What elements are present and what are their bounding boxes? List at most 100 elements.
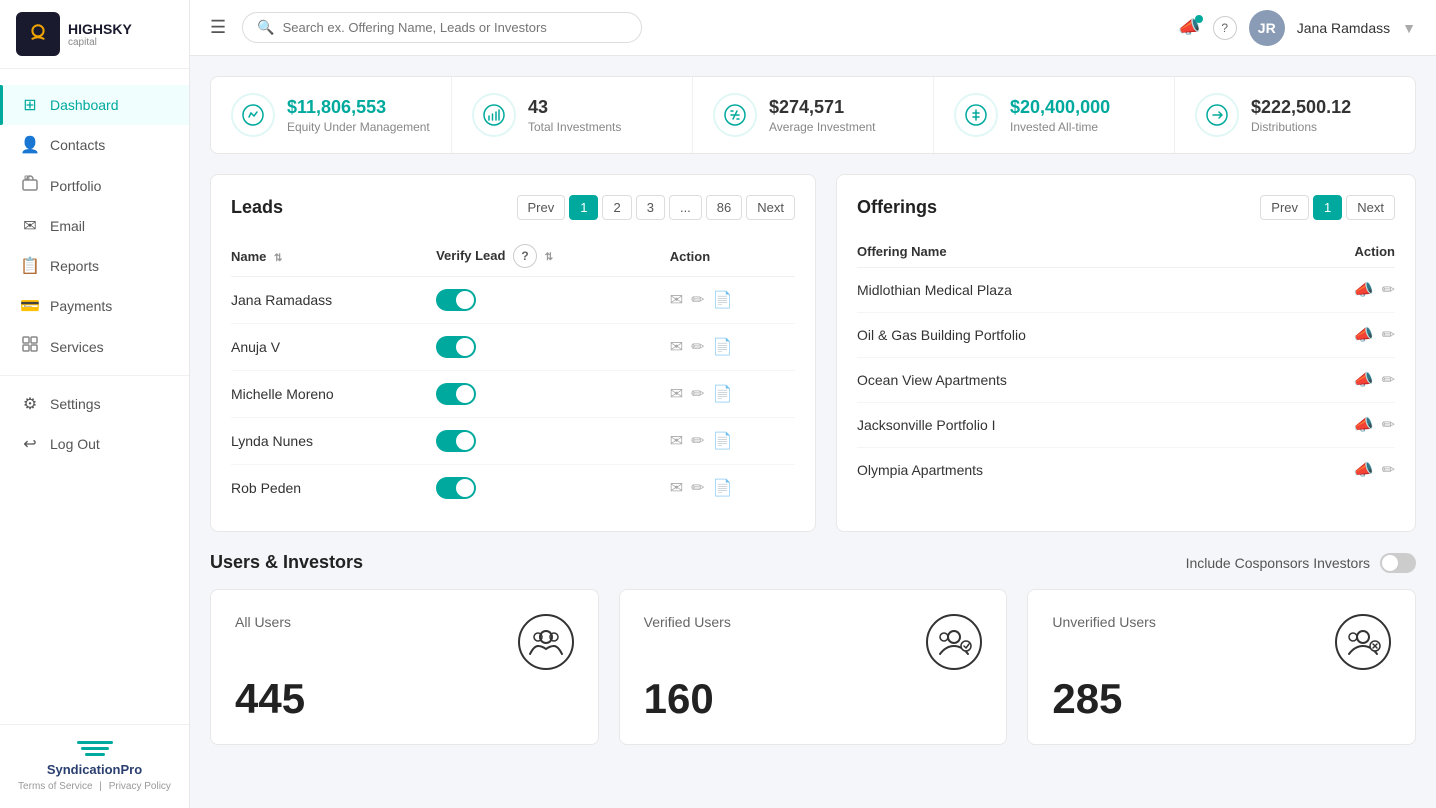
offering-action-cell: 📣 ✏ xyxy=(1289,313,1395,358)
user-card-header: All Users xyxy=(235,614,574,670)
sidebar-item-logout[interactable]: ↩ Log Out xyxy=(0,424,189,464)
lead-document-icon[interactable]: 📄 xyxy=(713,431,733,451)
leads-title: Leads xyxy=(231,197,283,218)
user-card-count: 445 xyxy=(235,678,574,720)
offering-edit-icon[interactable]: ✏ xyxy=(1382,460,1395,480)
lead-email-icon[interactable]: ✉ xyxy=(670,384,683,404)
investments-value: 43 xyxy=(528,97,621,118)
reports-icon: 📋 xyxy=(20,256,40,276)
name-sort-icon[interactable]: ⇅ xyxy=(274,253,282,264)
table-row: Jacksonville Portfolio I 📣 ✏ xyxy=(857,403,1395,448)
lead-document-icon[interactable]: 📄 xyxy=(713,290,733,310)
offering-campaign-icon[interactable]: 📣 xyxy=(1354,280,1374,300)
lead-edit-icon[interactable]: ✏ xyxy=(691,431,704,451)
verify-help-icon[interactable]: ? xyxy=(513,244,537,268)
lead-verify-toggle[interactable] xyxy=(436,289,476,311)
leads-col-verify: Verify Lead ? ⇅ xyxy=(436,236,670,277)
offering-action-cell: 📣 ✏ xyxy=(1289,358,1395,403)
invested-label: Invested All-time xyxy=(1010,120,1110,134)
logout-icon: ↩ xyxy=(20,434,40,454)
lead-email-icon[interactable]: ✉ xyxy=(670,478,683,498)
lead-document-icon[interactable]: 📄 xyxy=(713,478,733,498)
services-icon xyxy=(20,336,40,357)
sidebar-item-contacts[interactable]: 👤 Contacts xyxy=(0,125,189,165)
leads-pagination: Prev 1 2 3 ... 86 Next xyxy=(517,195,795,220)
lead-email-icon[interactable]: ✉ xyxy=(670,290,683,310)
table-row: Michelle Moreno ✉ ✏ 📄 xyxy=(231,371,795,418)
notifications-icon[interactable]: 📣 xyxy=(1178,17,1200,38)
lead-verify-toggle[interactable] xyxy=(436,430,476,452)
lead-document-icon[interactable]: 📄 xyxy=(713,337,733,357)
leads-page-1-button[interactable]: 1 xyxy=(569,195,598,220)
sidebar-item-services[interactable]: Services xyxy=(0,326,189,367)
lead-toggle-cell xyxy=(436,465,670,512)
leads-page-2-button[interactable]: 2 xyxy=(602,195,631,220)
lead-edit-icon[interactable]: ✏ xyxy=(691,478,704,498)
leads-page-3-button[interactable]: 3 xyxy=(636,195,665,220)
equity-value: $11,806,553 xyxy=(287,97,430,118)
lead-verify-toggle[interactable] xyxy=(436,383,476,405)
sidebar: HIGHSKY capital ⊞ Dashboard 👤 Contacts xyxy=(0,0,190,808)
help-icon[interactable]: ? xyxy=(1213,16,1237,40)
cosponsors-toggle-area: Include Cosponsors Investors xyxy=(1186,553,1416,573)
lead-action-cell: ✉ ✏ 📄 xyxy=(670,418,795,465)
sidebar-item-payments[interactable]: 💳 Payments xyxy=(0,286,189,326)
lead-verify-toggle[interactable] xyxy=(436,477,476,499)
offering-campaign-icon[interactable]: 📣 xyxy=(1354,370,1374,390)
lead-edit-icon[interactable]: ✏ xyxy=(691,384,704,404)
offering-action-icons: 📣 ✏ xyxy=(1289,325,1395,345)
user-card-header: Verified Users xyxy=(644,614,983,670)
offerings-page-1-button[interactable]: 1 xyxy=(1313,195,1342,220)
lead-edit-icon[interactable]: ✏ xyxy=(691,337,704,357)
offering-action-icons: 📣 ✏ xyxy=(1289,370,1395,390)
lead-action-cell: ✉ ✏ 📄 xyxy=(670,277,795,324)
hamburger-menu[interactable]: ☰ xyxy=(210,17,226,38)
offering-edit-icon[interactable]: ✏ xyxy=(1382,370,1395,390)
offering-name-cell: Ocean View Apartments xyxy=(857,358,1289,403)
sidebar-item-settings[interactable]: ⚙ Settings xyxy=(0,384,189,424)
leads-next-button[interactable]: Next xyxy=(746,195,795,220)
offering-campaign-icon[interactable]: 📣 xyxy=(1354,415,1374,435)
lead-action-icons: ✉ ✏ 📄 xyxy=(670,290,795,310)
leads-prev-button[interactable]: Prev xyxy=(517,195,566,220)
sidebar-item-reports[interactable]: 📋 Reports xyxy=(0,246,189,286)
offerings-table: Offering Name Action Midlothian Medical … xyxy=(857,236,1395,492)
search-input[interactable] xyxy=(283,20,628,35)
offering-name-cell: Midlothian Medical Plaza xyxy=(857,268,1289,313)
offering-edit-icon[interactable]: ✏ xyxy=(1382,280,1395,300)
offering-edit-icon[interactable]: ✏ xyxy=(1382,325,1395,345)
distributions-label: Distributions xyxy=(1251,120,1351,134)
lead-email-icon[interactable]: ✉ xyxy=(670,431,683,451)
average-icon xyxy=(713,93,757,137)
leads-page-86-button[interactable]: 86 xyxy=(706,195,742,220)
lead-name-cell: Jana Ramadass xyxy=(231,277,436,324)
lead-email-icon[interactable]: ✉ xyxy=(670,337,683,357)
logo-area: HIGHSKY capital xyxy=(0,0,189,69)
terms-link[interactable]: Terms of Service xyxy=(18,781,92,792)
lead-verify-toggle[interactable] xyxy=(436,336,476,358)
sidebar-item-label: Contacts xyxy=(50,137,105,153)
sidebar-item-portfolio[interactable]: Portfolio xyxy=(0,165,189,206)
sidebar-item-dashboard[interactable]: ⊞ Dashboard xyxy=(0,85,189,125)
offering-campaign-icon[interactable]: 📣 xyxy=(1354,460,1374,480)
stat-distributions: $222,500.12 Distributions xyxy=(1175,77,1415,153)
offering-edit-icon[interactable]: ✏ xyxy=(1382,415,1395,435)
offerings-next-button[interactable]: Next xyxy=(1346,195,1395,220)
sidebar-item-label: Settings xyxy=(50,396,101,412)
lead-toggle-cell xyxy=(436,324,670,371)
user-card-count: 160 xyxy=(644,678,983,720)
verify-sort-icon[interactable]: ⇅ xyxy=(545,252,553,263)
offering-campaign-icon[interactable]: 📣 xyxy=(1354,325,1374,345)
cosponsors-toggle[interactable] xyxy=(1380,553,1416,573)
sidebar-item-email[interactable]: ✉ Email xyxy=(0,206,189,246)
lead-action-icons: ✉ ✏ 📄 xyxy=(670,478,795,498)
lead-edit-icon[interactable]: ✏ xyxy=(691,290,704,310)
privacy-link[interactable]: Privacy Policy xyxy=(109,781,171,792)
search-bar: 🔍 xyxy=(242,12,642,43)
user-dropdown-icon[interactable]: ▼ xyxy=(1402,20,1416,36)
offerings-prev-button[interactable]: Prev xyxy=(1260,195,1309,220)
topnav-right: 📣 ? JR Jana Ramdass ▼ xyxy=(1178,10,1416,46)
lead-document-icon[interactable]: 📄 xyxy=(713,384,733,404)
leads-panel: Leads Prev 1 2 3 ... 86 Next xyxy=(210,174,816,532)
cosponsors-label: Include Cosponsors Investors xyxy=(1186,555,1370,571)
